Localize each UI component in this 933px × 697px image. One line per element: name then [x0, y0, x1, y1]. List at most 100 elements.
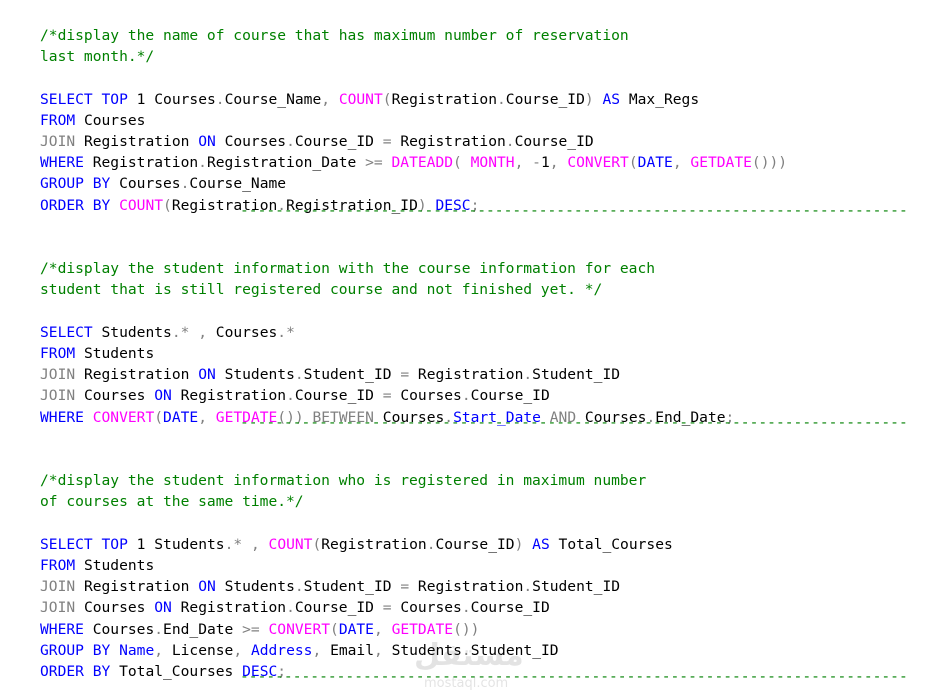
- code-line[interactable]: student that is still registered course …: [40, 279, 602, 300]
- code-line[interactable]: /*display the student information with t…: [40, 258, 655, 279]
- identifier-token: Course_ID: [435, 535, 515, 553]
- identifier-token: Students: [101, 323, 172, 341]
- operator-token: =: [382, 387, 392, 405]
- identifier-token: Registration: [92, 154, 199, 172]
- identifier-token: Courses: [400, 599, 462, 617]
- comment-token: /*display the name of course that has ma…: [40, 27, 629, 44]
- operator-token: =: [382, 133, 392, 150]
- operator-token: .: [198, 154, 207, 172]
- code-line[interactable]: JOIN Registration ON Courses.Course_ID =…: [40, 131, 594, 152]
- operator-token: =: [400, 366, 410, 384]
- code-line[interactable]: JOIN Registration ON Students.Student_ID…: [40, 364, 620, 385]
- identifier-token: Courses: [154, 90, 216, 108]
- operator-token: .: [286, 387, 295, 405]
- section-separator: ----------------------------------------…: [240, 672, 908, 683]
- identifier-token: Course_ID: [505, 90, 585, 108]
- code-line[interactable]: SELECT TOP 1 Courses.Course_Name, COUNT(…: [40, 89, 699, 110]
- identifier-token: Courses: [400, 387, 462, 405]
- keyword-token: ON: [198, 133, 216, 150]
- comment-token: /*display the student information with t…: [40, 260, 656, 278]
- code-line[interactable]: WHERE Courses.End_Date >= CONVERT(DATE, …: [40, 619, 479, 640]
- code-line[interactable]: last month.*/: [40, 46, 154, 67]
- operator-token: .: [497, 90, 506, 108]
- code-line[interactable]: SELECT Students.* , Courses.*: [40, 322, 295, 343]
- keyword-token: SELECT TOP: [40, 535, 128, 553]
- operator-token: .: [523, 366, 533, 384]
- code-line[interactable]: JOIN Registration ON Students.Student_ID…: [40, 576, 620, 597]
- identifier-token: Student_ID: [303, 578, 392, 596]
- identifier-token: Student_ID: [303, 366, 392, 384]
- operator-token: ,: [250, 535, 260, 553]
- keyword-token: AS: [532, 535, 550, 553]
- code-line[interactable]: GROUP BY Courses.Course_Name: [40, 173, 286, 194]
- identifier-token: Student_ID: [532, 366, 621, 384]
- code-line[interactable]: FROM Courses: [40, 110, 145, 131]
- operator-token: .: [286, 599, 295, 617]
- code-line[interactable]: /*display the student information who is…: [40, 470, 646, 491]
- code-line[interactable]: WHERE Registration.Registration_Date >= …: [40, 152, 787, 173]
- function-token: CONVERT: [567, 154, 629, 172]
- identifier-token: Students: [83, 557, 155, 574]
- identifier-token: Courses: [83, 111, 146, 129]
- code-line[interactable]: JOIN Courses ON Registration.Course_ID =…: [40, 385, 550, 406]
- operator-token: JOIN: [40, 578, 76, 596]
- identifier-token: Courses: [92, 620, 155, 638]
- code-line[interactable]: FROM Students: [40, 555, 154, 576]
- identifier-token: Max_Regs: [628, 90, 700, 108]
- identifier-token: Total_Courses: [119, 663, 234, 680]
- operator-token: ())): [751, 154, 788, 172]
- operator-token: (: [628, 154, 638, 172]
- sql-code-editor[interactable]: /*display the name of course that has ma…: [0, 0, 933, 697]
- section-separator: ----------------------------------------…: [240, 205, 908, 216]
- operator-token: .: [154, 620, 164, 638]
- operator-token: .: [523, 578, 533, 596]
- operator-token: ()): [453, 620, 480, 638]
- watermark-glyph: مستقل: [414, 638, 524, 673]
- identifier-token: Courses: [224, 133, 287, 150]
- operator-token: .*: [277, 323, 295, 341]
- keyword-token: AS: [602, 90, 621, 108]
- keyword-token: SELECT: [40, 323, 93, 341]
- identifier-token: Registration: [417, 578, 524, 596]
- number-token: 1: [540, 154, 550, 172]
- code-line[interactable]: FROM Students: [40, 343, 154, 364]
- identifier-token: Students: [224, 578, 295, 596]
- identifier-token: Course_ID: [294, 387, 374, 405]
- operator-token: .: [286, 133, 295, 150]
- watermark-logo: مستقل mostaql.com: [404, 638, 544, 694]
- code-line[interactable]: SELECT TOP 1 Students.* , COUNT(Registra…: [40, 534, 673, 555]
- keyword-token: WHERE: [40, 154, 84, 172]
- code-line[interactable]: of courses at the same time.*/: [40, 491, 304, 512]
- code-line[interactable]: JOIN Courses ON Registration.Course_ID =…: [40, 597, 550, 618]
- code-line[interactable]: /*display the name of course that has ma…: [40, 25, 629, 46]
- function-token: COUNT: [268, 535, 313, 553]
- identifier-token: Courses: [83, 387, 146, 405]
- operator-token: ,: [233, 641, 243, 659]
- operator-token: (: [330, 620, 339, 638]
